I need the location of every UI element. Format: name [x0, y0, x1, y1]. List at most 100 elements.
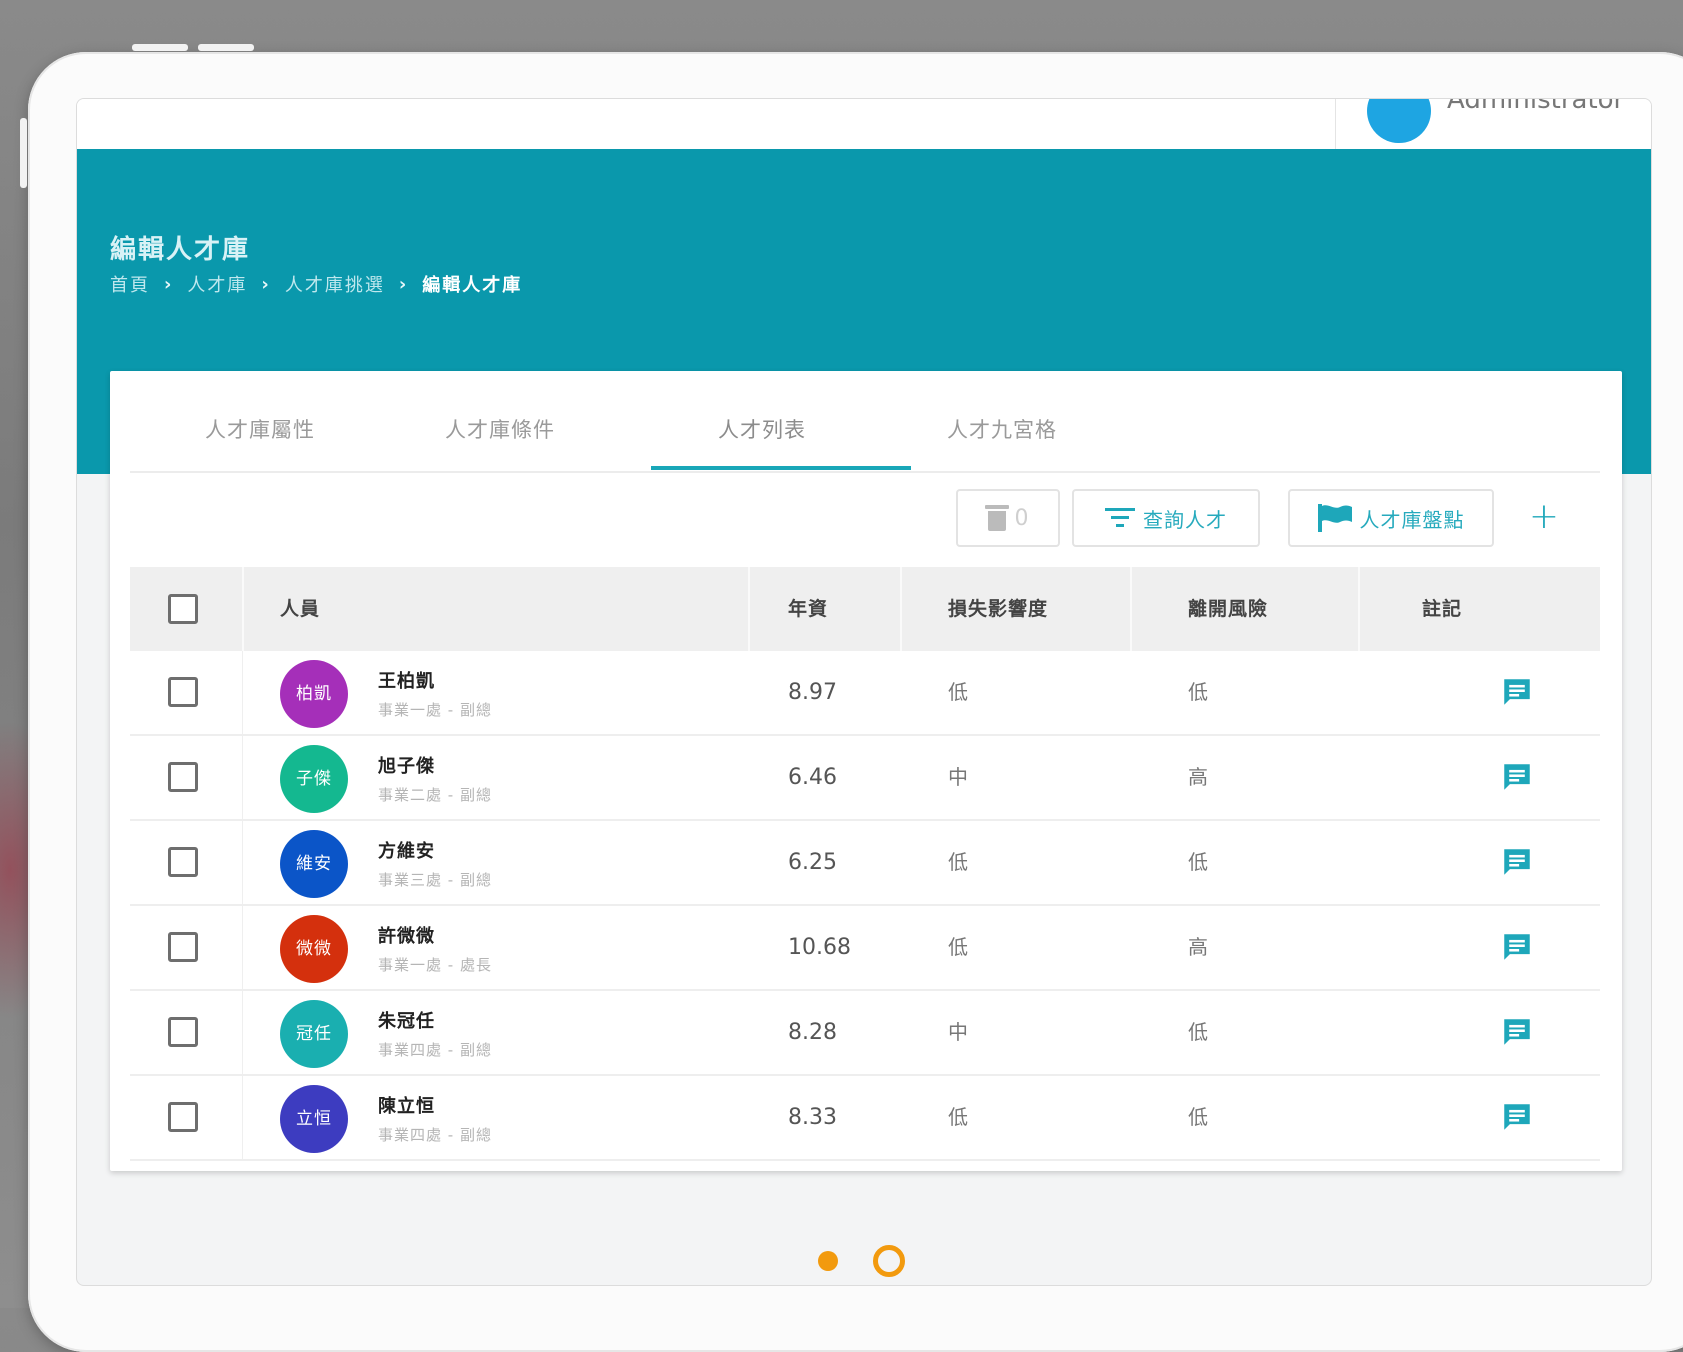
seniority-cell: 6.46 [788, 765, 837, 790]
topbar-divider [1335, 99, 1336, 149]
loss-impact-cell: 低 [948, 935, 968, 959]
leave-risk-cell: 低 [1188, 1020, 1208, 1044]
column-divider [242, 567, 244, 651]
leave-risk-cell: 低 [1188, 680, 1208, 704]
chevron-right-icon: › [164, 273, 174, 295]
person-name[interactable]: 旭子傑 [378, 752, 435, 778]
person-name[interactable]: 朱冠任 [378, 1007, 435, 1033]
person-department: 事業一處 - 副總 [378, 701, 492, 719]
column-header-seniority[interactable]: 年資 [788, 567, 828, 651]
loss-impact-cell: 低 [948, 850, 968, 874]
row-divider [242, 736, 243, 819]
row-checkbox[interactable] [168, 847, 198, 877]
tablet-volume-button [132, 44, 188, 51]
comment-icon[interactable] [1500, 675, 1534, 709]
row-checkbox[interactable] [168, 762, 198, 792]
avatar: 冠任 [280, 1000, 348, 1068]
table-row[interactable]: 維安 方維安 事業三處 - 副總 6.25 低 低 [130, 821, 1600, 906]
table-row[interactable]: 柏凱 王柏凱 事業一處 - 副總 8.97 低 低 [130, 651, 1600, 736]
person-name[interactable]: 陳立恒 [378, 1092, 435, 1118]
person-name[interactable]: 許微微 [378, 922, 435, 948]
row-divider [242, 821, 243, 904]
column-header-notes: 註記 [1422, 598, 1463, 620]
tab-pool-conditions[interactable]: 人才庫條件 [370, 371, 630, 471]
avatar: 立恒 [280, 1085, 348, 1153]
leave-risk-cell: 高 [1188, 935, 1208, 959]
chevron-right-icon: › [398, 273, 409, 295]
talent-table: 人員 年資 損失影響度 離開風險 註記 柏凱 王柏凱 事業一處 - 副總 8.9… [130, 567, 1600, 1161]
comment-icon[interactable] [1500, 930, 1534, 964]
table-header: 人員 年資 損失影響度 離開風險 註記 [130, 567, 1600, 651]
table-row[interactable]: 子傑 旭子傑 事業二處 - 副總 6.46 中 高 [130, 736, 1600, 821]
column-header-loss-impact[interactable]: 損失影響度 [948, 567, 1048, 651]
column-divider [1130, 567, 1132, 651]
search-talent-label: 查詢人才 [1143, 507, 1227, 532]
table-row[interactable]: 立恒 陳立恒 事業四處 - 副總 8.33 低 低 [130, 1076, 1600, 1161]
loss-impact-cell: 低 [948, 680, 968, 704]
content-card: 人才庫屬性 人才庫條件 人才列表 人才九宮格 0 查詢人才 人才庫盤點 + 人員… [110, 371, 1622, 1171]
person-department: 事業三處 - 副總 [378, 871, 492, 889]
seniority-cell: 8.28 [788, 1020, 837, 1045]
tab-bar: 人才庫屬性 人才庫條件 人才列表 人才九宮格 [130, 371, 1600, 473]
seniority-cell: 10.68 [788, 935, 851, 960]
tablet-volume-button-2 [198, 44, 254, 51]
table-body: 柏凱 王柏凱 事業一處 - 副總 8.97 低 低 子傑 旭子傑 事業二處 - … [130, 651, 1600, 1161]
comment-icon[interactable] [1500, 1100, 1534, 1134]
leave-risk-cell: 低 [1188, 1105, 1208, 1129]
row-checkbox[interactable] [168, 677, 198, 707]
row-checkbox[interactable] [168, 932, 198, 962]
column-divider [748, 567, 750, 651]
breadcrumb-item-current: 編輯人才庫 [422, 275, 523, 296]
comment-icon[interactable] [1500, 760, 1534, 794]
loss-impact-cell: 低 [948, 1105, 968, 1129]
row-divider [242, 1076, 243, 1159]
user-avatar[interactable] [1367, 99, 1431, 143]
search-talent-button[interactable]: 查詢人才 [1072, 489, 1260, 547]
loss-impact-cell: 中 [948, 765, 968, 789]
column-divider [900, 567, 902, 651]
tab-talent-nine-box[interactable]: 人才九宮格 [872, 371, 1132, 471]
row-checkbox[interactable] [168, 1102, 198, 1132]
page-dot-2[interactable] [873, 1245, 905, 1277]
page-dot-1[interactable] [818, 1251, 838, 1271]
page-indicator [77, 1245, 1651, 1277]
chevron-right-icon: › [261, 273, 271, 295]
select-all-checkbox[interactable] [168, 594, 198, 624]
pool-inventory-button[interactable]: 人才庫盤點 [1288, 489, 1494, 547]
loss-impact-cell: 中 [948, 1020, 968, 1044]
breadcrumb-item-talent-pool[interactable]: 人才庫 [187, 271, 247, 297]
comment-icon[interactable] [1500, 1015, 1534, 1049]
leave-risk-cell: 低 [1188, 850, 1208, 874]
row-divider [242, 651, 243, 734]
breadcrumb-item-home[interactable]: 首頁 [110, 271, 150, 297]
table-row[interactable]: 微微 許微微 事業一處 - 處長 10.68 低 高 [130, 906, 1600, 991]
top-bar: Administrator [77, 99, 1651, 149]
column-header-person[interactable]: 人員 [280, 567, 320, 651]
person-name[interactable]: 方維安 [378, 837, 435, 863]
seniority-cell: 6.25 [788, 850, 837, 875]
flag-icon [1317, 504, 1352, 532]
tablet-power-button [20, 118, 27, 188]
person-name[interactable]: 王柏凱 [378, 667, 435, 693]
delete-count: 0 [1014, 505, 1030, 531]
column-header-leave-risk[interactable]: 離開風險 [1188, 567, 1268, 651]
delete-button[interactable]: 0 [956, 489, 1060, 547]
row-checkbox[interactable] [168, 1017, 198, 1047]
row-divider [242, 906, 243, 989]
user-name[interactable]: Administrator [1447, 99, 1624, 115]
breadcrumb-item-pool-selection[interactable]: 人才庫挑選 [285, 271, 385, 297]
add-talent-button[interactable]: + [1522, 495, 1566, 539]
tab-talent-list[interactable]: 人才列表 [632, 371, 892, 471]
avatar: 微微 [280, 915, 348, 983]
seniority-cell: 8.33 [788, 1105, 837, 1130]
pool-inventory-label: 人才庫盤點 [1359, 507, 1465, 532]
column-divider [1358, 567, 1360, 651]
person-department: 事業一處 - 處長 [378, 956, 492, 974]
page-title: 編輯人才庫 [110, 235, 251, 265]
avatar: 柏凱 [280, 660, 348, 728]
comment-icon[interactable] [1500, 845, 1534, 879]
table-row[interactable]: 冠任 朱冠任 事業四處 - 副總 8.28 中 低 [130, 991, 1600, 1076]
trash-icon [984, 505, 1009, 531]
person-department: 事業二處 - 副總 [378, 786, 492, 804]
tab-pool-properties[interactable]: 人才庫屬性 [130, 371, 390, 471]
